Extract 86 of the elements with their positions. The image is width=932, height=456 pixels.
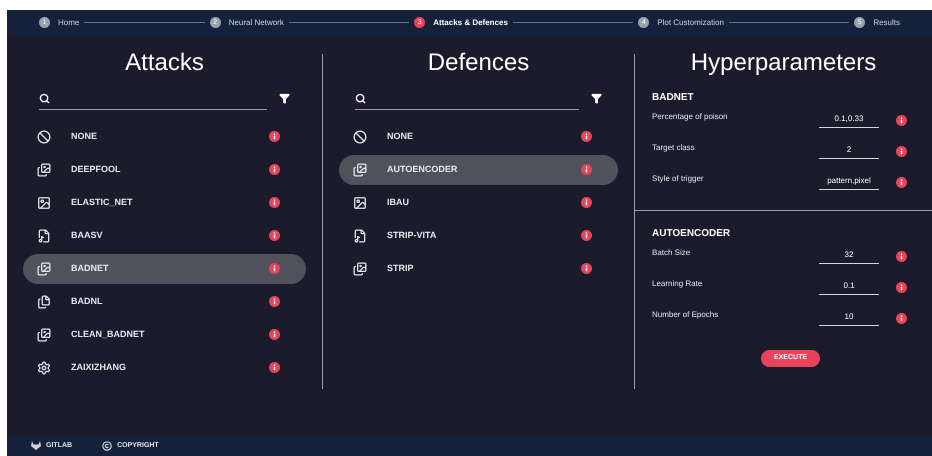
info-icon[interactable] [581, 230, 592, 242]
item-label: NONE [71, 130, 98, 144]
gear-icon [37, 360, 51, 375]
input-field[interactable]: 32 [819, 248, 879, 264]
list-item[interactable]: BADNL [23, 286, 306, 317]
copyright-icon [102, 440, 112, 451]
filter-icon[interactable] [591, 93, 602, 104]
documents-icon [37, 294, 51, 309]
images-icon [353, 262, 367, 276]
info-icon[interactable] [269, 362, 280, 374]
image-icon [353, 196, 367, 210]
info-icon[interactable] [269, 263, 280, 274]
image-icon [37, 196, 51, 210]
music-file-icon [37, 228, 51, 243]
list-item[interactable]: AUTOENCODER [339, 154, 618, 185]
item-label: BADNET [71, 262, 110, 276]
info-icon[interactable] [581, 263, 592, 274]
list-item[interactable]: BADNET [23, 254, 306, 284]
images-icon [37, 162, 51, 177]
info-icon[interactable] [269, 296, 280, 308]
column-title: Hyperparameters [690, 48, 878, 78]
field-label: Batch Size [652, 247, 692, 260]
info-icon[interactable] [896, 146, 907, 157]
info-icon[interactable] [896, 312, 907, 324]
info-icon[interactable] [269, 230, 280, 242]
input-field[interactable]: 0.1 [819, 280, 879, 295]
item-label: STRIP [387, 262, 415, 276]
info-icon[interactable] [269, 131, 280, 142]
info-icon[interactable] [269, 164, 280, 176]
list-item[interactable]: ELASTIC_NET [23, 188, 306, 218]
list-item[interactable]: NONE [339, 122, 618, 152]
item-label: BADNL [71, 295, 104, 308]
info-icon[interactable] [896, 250, 907, 262]
info-icon[interactable] [896, 114, 907, 126]
list-item[interactable]: IBAU [339, 188, 618, 218]
images-icon [353, 162, 367, 177]
item-label: DEEPFOOL [71, 163, 122, 176]
item-label: ZAIXIZHANG [71, 361, 127, 374]
input-field[interactable]: 0.1,0.33 [819, 112, 879, 128]
search-icon [355, 92, 366, 104]
list-item[interactable]: STRIP [339, 254, 618, 284]
list-item[interactable]: BAASV [23, 220, 306, 251]
input-field[interactable]: pattern,pixel [819, 174, 879, 190]
field-label: Percentage of poison [652, 111, 729, 124]
info-icon[interactable] [896, 282, 907, 293]
list-item[interactable]: NONE [23, 122, 306, 152]
list-item[interactable]: ZAIXIZHANG [23, 352, 306, 383]
step-label: Neural Network [228, 16, 284, 29]
info-icon[interactable] [269, 329, 280, 340]
field-label: Number of Epochs [652, 309, 720, 322]
field-label: Learning Rate [652, 278, 704, 290]
list-item[interactable]: CLEAN_BADNET [23, 320, 306, 350]
item-label: AUTOENCODER [387, 163, 458, 176]
section-heading: BADNET [652, 90, 695, 105]
item-label: NONE [387, 130, 414, 144]
search-icon [39, 92, 50, 104]
info-icon[interactable] [581, 131, 592, 142]
item-label: CLEAN_BADNET [71, 328, 146, 342]
column-title: Attacks [124, 48, 205, 78]
info-icon[interactable] [896, 176, 907, 188]
item-label: BAASV [71, 229, 104, 242]
filter-icon[interactable] [279, 93, 290, 104]
info-icon[interactable] [581, 197, 592, 208]
input-field[interactable]: 2 [819, 144, 879, 159]
info-icon[interactable] [581, 164, 592, 176]
list-item[interactable]: DEEPFOOL [23, 154, 306, 185]
ban-icon [37, 130, 51, 144]
input-field[interactable]: 10 [819, 310, 879, 326]
step-label: Results [873, 16, 900, 29]
images-icon [37, 328, 51, 342]
music-file-icon [353, 228, 367, 243]
fox-icon [31, 441, 41, 450]
list-item[interactable]: STRIP-VITA [339, 220, 618, 251]
section-heading: AUTOENCODER [652, 226, 732, 241]
images-icon [37, 262, 51, 276]
step-label: Home [58, 16, 80, 29]
item-label: STRIP-VITA [387, 229, 438, 242]
item-label: IBAU [387, 196, 410, 210]
info-icon[interactable] [269, 197, 280, 208]
field-label: Target class [652, 142, 696, 154]
step-label: Plot Customization [657, 16, 724, 29]
ban-icon [353, 130, 367, 144]
step-label: Attacks & Defences [433, 16, 508, 29]
item-label: ELASTIC_NET [71, 196, 134, 210]
column-title: Defences [426, 48, 530, 78]
field-label: Style of trigger [652, 173, 705, 186]
